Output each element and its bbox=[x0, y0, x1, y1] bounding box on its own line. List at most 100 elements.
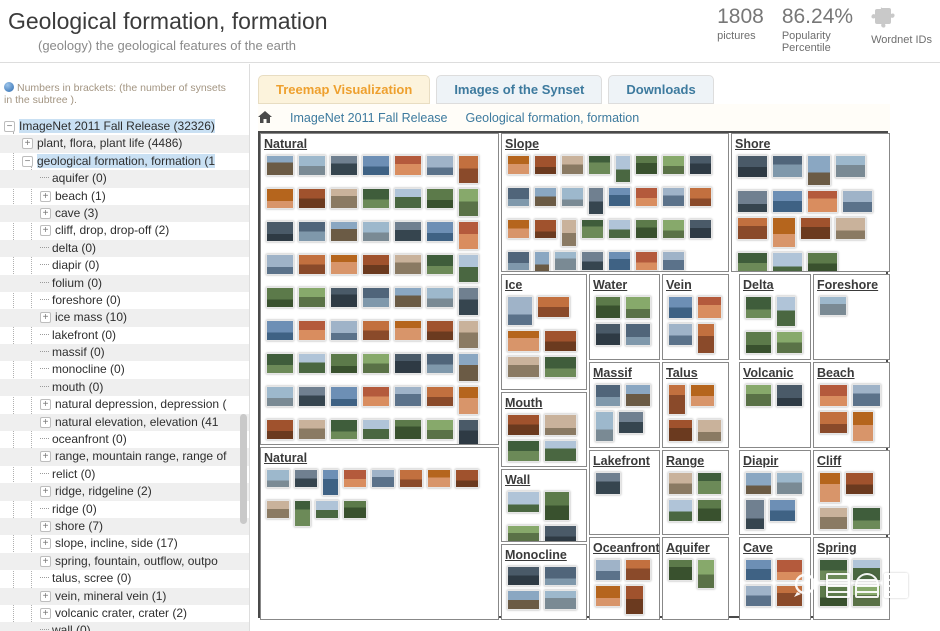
thumbnail-image[interactable] bbox=[745, 296, 772, 319]
thumbnail-image[interactable] bbox=[697, 499, 722, 522]
treemap-cell[interactable]: Massif bbox=[589, 362, 660, 448]
thumbnail-image[interactable] bbox=[835, 217, 866, 240]
tree-expander-icon[interactable]: + bbox=[40, 555, 51, 567]
treemap-cell-label[interactable]: Diapir bbox=[743, 453, 778, 469]
thumbnail-image[interactable] bbox=[427, 469, 451, 488]
thumbnail-image[interactable] bbox=[458, 320, 479, 349]
thumbnail-image[interactable] bbox=[852, 411, 874, 442]
thumbnail-image[interactable] bbox=[842, 190, 873, 213]
thumbnail-image[interactable] bbox=[330, 386, 358, 407]
tree-item[interactable]: + slope, incline, side (17) bbox=[0, 535, 249, 552]
thumbnail-image[interactable] bbox=[330, 221, 358, 242]
thumbnail-image[interactable] bbox=[458, 254, 479, 283]
thumbnail-image[interactable] bbox=[458, 419, 479, 444]
tab-downloads[interactable]: Downloads bbox=[608, 75, 714, 104]
tree-item[interactable]: + volcanic crater, crater (2) bbox=[0, 605, 249, 622]
thumbnail-image[interactable] bbox=[561, 187, 584, 207]
thumbnail-image[interactable] bbox=[298, 155, 326, 176]
tree-item[interactable]: folium (0) bbox=[0, 274, 249, 292]
thumbnail-image[interactable] bbox=[668, 559, 693, 581]
tree-item[interactable]: mouth (0) bbox=[0, 378, 249, 397]
tree-item-label[interactable]: ImageNet 2011 Fall Release (32326) bbox=[19, 119, 215, 133]
thumbnail-image[interactable] bbox=[625, 384, 651, 407]
treemap-cell[interactable]: Talus bbox=[662, 362, 729, 448]
thumbnail-image[interactable] bbox=[507, 187, 530, 207]
treemap-cell-label[interactable]: Cave bbox=[743, 540, 773, 556]
treemap-cell[interactable]: Volcanic bbox=[739, 362, 811, 448]
thumbnail-image[interactable] bbox=[362, 188, 390, 209]
thumbnail-image[interactable] bbox=[662, 251, 685, 271]
treemap-cell-label[interactable]: Oceanfront bbox=[593, 540, 659, 556]
thumbnail-image[interactable] bbox=[507, 414, 540, 436]
thumbnail-image[interactable] bbox=[776, 384, 803, 407]
thumbnail-image[interactable] bbox=[330, 155, 358, 176]
thumbnail-image[interactable] bbox=[294, 469, 318, 488]
thumbnail-image[interactable] bbox=[595, 384, 621, 407]
tree-item-label[interactable]: range, mountain range, range of bbox=[55, 449, 226, 463]
thumbnail-image[interactable] bbox=[330, 419, 358, 440]
tab-images-of-the-synset[interactable]: Images of the Synset bbox=[436, 75, 603, 104]
thumbnail-image[interactable] bbox=[544, 566, 577, 586]
tree-expander-icon[interactable]: − bbox=[4, 121, 15, 132]
thumbnail-image[interactable] bbox=[394, 386, 422, 407]
tree-item-label[interactable]: ridge (0) bbox=[52, 502, 97, 516]
tree-item-label[interactable]: ice mass (10) bbox=[55, 310, 127, 324]
tree-item[interactable]: diapir (0) bbox=[0, 257, 249, 274]
treemap-cell[interactable]: Oceanfront bbox=[589, 537, 660, 620]
treemap-cell-label[interactable]: Vein bbox=[666, 277, 692, 293]
thumbnail-image[interactable] bbox=[298, 254, 326, 275]
thumbnail-image[interactable] bbox=[394, 188, 422, 209]
thumbnail-image[interactable] bbox=[595, 296, 621, 319]
tree-item-label[interactable]: aquifer (0) bbox=[52, 171, 107, 185]
tree-item[interactable]: − ImageNet 2011 Fall Release (32326) bbox=[0, 118, 249, 135]
tree-item-label[interactable]: plant, flora, plant life (4486) bbox=[37, 136, 182, 150]
thumbnail-image[interactable] bbox=[544, 590, 577, 610]
treemap-cell-label[interactable]: Monocline bbox=[505, 547, 567, 563]
tree-item-label[interactable]: monocline (0) bbox=[52, 362, 125, 376]
tree-item[interactable]: aquifer (0) bbox=[0, 170, 249, 188]
treemap-cell-label[interactable]: Talus bbox=[666, 365, 698, 381]
treemap-cell-label[interactable]: Massif bbox=[593, 365, 632, 381]
thumbnail-image[interactable] bbox=[458, 155, 479, 184]
thumbnail-image[interactable] bbox=[426, 419, 454, 440]
thumbnail-image[interactable] bbox=[544, 491, 570, 521]
treemap-cell[interactable]: Lakefront bbox=[589, 450, 660, 535]
thumbnail-image[interactable] bbox=[554, 251, 577, 271]
treemap-cell[interactable]: Slope bbox=[501, 133, 729, 272]
thumbnail-image[interactable] bbox=[745, 499, 765, 530]
thumbnail-image[interactable] bbox=[362, 155, 390, 176]
thumbnail-image[interactable] bbox=[690, 384, 715, 407]
thumbnail-image[interactable] bbox=[595, 472, 621, 495]
tree-item[interactable]: + plant, flora, plant life (4486) bbox=[0, 135, 249, 153]
thumbnail-image[interactable] bbox=[668, 296, 693, 319]
thumbnail-image[interactable] bbox=[426, 320, 454, 341]
thumbnail-image[interactable] bbox=[298, 386, 326, 407]
thumbnail-image[interactable] bbox=[458, 353, 479, 382]
tree-item-label[interactable]: geological formation, formation (1 bbox=[37, 153, 216, 168]
treemap-cell[interactable]: Cliff bbox=[813, 450, 890, 535]
thumbnail-image[interactable] bbox=[668, 472, 693, 495]
thumbnail-image[interactable] bbox=[394, 419, 422, 440]
thumbnail-image[interactable] bbox=[362, 386, 390, 407]
tree-expander-icon[interactable]: + bbox=[40, 607, 51, 619]
tree-item-label[interactable]: delta (0) bbox=[52, 241, 96, 255]
thumbnail-image[interactable] bbox=[689, 155, 712, 175]
tree-expander-icon[interactable]: + bbox=[40, 312, 51, 324]
thumbnail-image[interactable] bbox=[266, 353, 294, 374]
thumbnail-image[interactable] bbox=[668, 323, 693, 346]
thumbnail-image[interactable] bbox=[668, 499, 693, 522]
treemap-cell[interactable]: Beach bbox=[813, 362, 890, 448]
treemap-cell-label[interactable]: Cliff bbox=[817, 453, 841, 469]
thumbnail-image[interactable] bbox=[544, 414, 577, 436]
treemap-cell-label[interactable]: Mouth bbox=[505, 395, 542, 411]
treemap-cell[interactable]: Water bbox=[589, 274, 660, 360]
thumbnail-image[interactable] bbox=[776, 559, 803, 581]
thumbnail-image[interactable] bbox=[507, 590, 540, 610]
thumbnail-image[interactable] bbox=[776, 472, 803, 495]
treemap-cell-label[interactable]: Ice bbox=[505, 277, 522, 293]
treemap-cell[interactable]: Monocline bbox=[501, 544, 587, 620]
tree-item[interactable]: + natural elevation, elevation (41 bbox=[0, 413, 249, 432]
tree-item-label[interactable]: relict (0) bbox=[52, 467, 95, 481]
thumbnail-image[interactable] bbox=[807, 190, 838, 213]
tree-expander-icon[interactable]: + bbox=[40, 207, 51, 219]
